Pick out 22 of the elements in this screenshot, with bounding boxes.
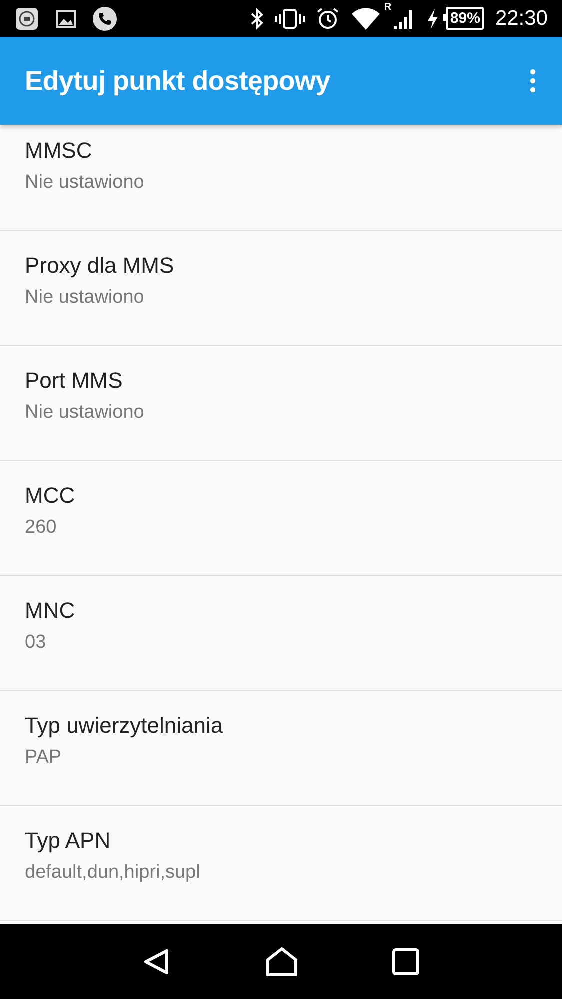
setting-item[interactable]: Typ uwierzytelniania PAP — [0, 691, 562, 806]
setting-item[interactable]: MNC 03 — [0, 576, 562, 691]
recent-apps-icon[interactable] — [392, 948, 420, 976]
clock: 22:30 — [495, 6, 548, 30]
wifi-icon — [351, 6, 382, 30]
roaming-indicator: R — [384, 2, 392, 12]
setting-item[interactable]: MCC 260 — [0, 461, 562, 576]
screen-title: Edytuj punkt dostępowy — [25, 66, 330, 96]
battery-indicator: 89% — [446, 7, 484, 30]
bluetooth-icon — [250, 8, 264, 30]
setting-item[interactable]: Proxy dla MMS Nie ustawiono — [0, 231, 562, 346]
app-notification-icon — [15, 6, 39, 30]
image-icon — [55, 8, 77, 28]
phone-icon — [93, 6, 117, 30]
vibrate-icon — [275, 8, 306, 30]
setting-item[interactable]: MMSC Nie ustawiono — [0, 125, 562, 231]
charging-icon — [427, 8, 440, 30]
setting-item[interactable]: Typ APN default,dun,hipri,supl — [0, 806, 562, 921]
setting-item[interactable]: Port MMS Nie ustawiono — [0, 346, 562, 461]
alarm-icon — [316, 6, 340, 30]
more-options-icon[interactable] — [529, 67, 537, 95]
home-icon[interactable] — [264, 946, 299, 978]
